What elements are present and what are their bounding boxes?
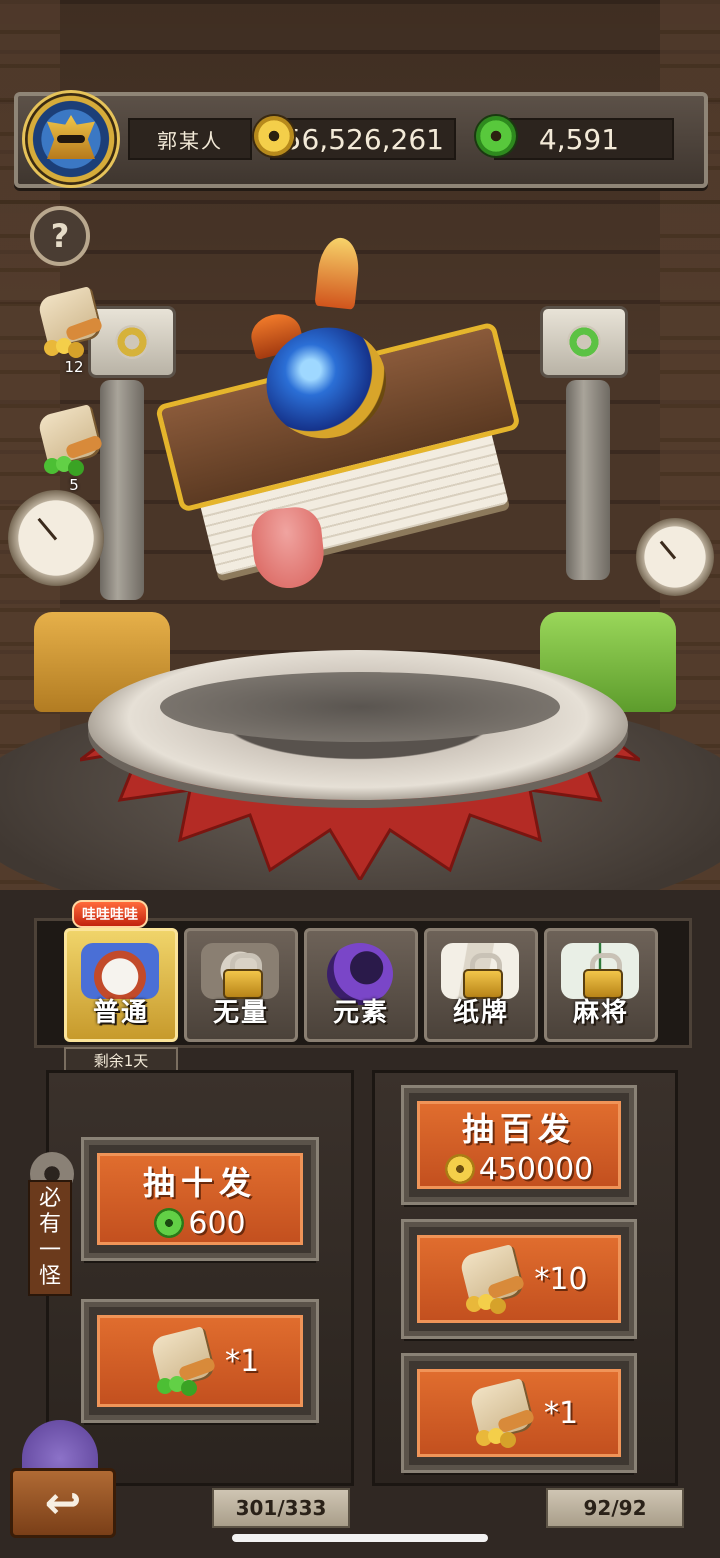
guarantee-tag: 必 有 一 怪 xyxy=(28,1180,72,1296)
green-gem-icon xyxy=(154,1208,185,1238)
lock-icon xyxy=(583,953,623,999)
gold-ticket-one-button[interactable]: *1 xyxy=(404,1356,634,1470)
tag-char: 怪 xyxy=(38,1264,61,1289)
draw-ten-button[interactable]: 抽十发 600 xyxy=(84,1140,316,1258)
gold-coin-icon xyxy=(444,1154,475,1184)
platform-hole xyxy=(160,672,560,742)
collection-counter-right: 92/92 xyxy=(546,1488,684,1528)
back-arrow-icon: ↩ xyxy=(10,1468,116,1538)
ticket-multiplier: *10 xyxy=(534,1261,588,1297)
cost-value: 600 xyxy=(188,1205,246,1241)
green-ticket-icon xyxy=(141,1326,221,1396)
gem-counter[interactable]: 4,591 xyxy=(494,118,674,160)
draw-ten-title: 抽十发 xyxy=(142,1163,257,1202)
tag-char: 一 xyxy=(38,1238,61,1263)
ticket-multiplier: *1 xyxy=(224,1343,260,1379)
tag-char: 必 xyxy=(38,1186,61,1211)
right-cap xyxy=(540,306,628,378)
tag-char: 有 xyxy=(38,1212,61,1237)
green-ticket-draw-button[interactable]: *1 xyxy=(84,1302,316,1420)
gem-amount: 4,591 xyxy=(538,122,620,156)
book-monster[interactable] xyxy=(148,235,553,600)
green-gem-icon xyxy=(476,116,516,156)
mouse-icon xyxy=(81,943,159,999)
tab-label: 麻将 xyxy=(572,998,629,1028)
ticket-row: *1 xyxy=(460,1378,578,1448)
gold-ticket-icon xyxy=(460,1378,540,1448)
gold-ticket-ten-button[interactable]: *10 xyxy=(404,1222,634,1336)
resource-bar: 郭某人 56,526,261 4,591 xyxy=(14,90,708,188)
gold-ticket-count: 12 xyxy=(64,358,84,376)
green-gem-icon xyxy=(567,325,601,359)
crown-mask-icon xyxy=(47,115,95,159)
green-gems-icon xyxy=(44,456,84,476)
tab-wuliang[interactable]: 无量 xyxy=(184,928,298,1042)
lock-icon xyxy=(223,953,263,999)
pressure-gauge-right xyxy=(636,518,714,596)
pressure-gauge-left xyxy=(8,490,104,586)
home-indicator[interactable] xyxy=(232,1534,488,1542)
right-pipe xyxy=(566,380,610,580)
player-avatar[interactable] xyxy=(22,90,120,188)
horn-icon xyxy=(314,235,362,310)
collection-counter-left: 301/333 xyxy=(212,1488,350,1528)
player-name: 郭某人 xyxy=(128,118,252,160)
gold-counter[interactable]: 56,526,261 xyxy=(270,118,456,160)
green-ticket-count: 5 xyxy=(69,476,79,494)
gold-ticket-icon xyxy=(450,1244,530,1314)
green-ticket-stack[interactable]: 5 xyxy=(36,404,108,494)
tab-element[interactable]: 元素 xyxy=(304,928,418,1042)
ticket-row: *10 xyxy=(450,1244,588,1314)
draw-ten-cost: 600 xyxy=(154,1205,246,1241)
ticket-row: *1 xyxy=(141,1326,259,1396)
gold-coin-icon xyxy=(115,325,149,359)
gold-amount: 56,526,261 xyxy=(283,122,444,156)
draw-hundred-button[interactable]: 抽百发 450000 xyxy=(404,1088,634,1202)
tab-normal[interactable]: 普通 xyxy=(64,928,178,1042)
back-button[interactable]: ↩ xyxy=(10,1420,116,1540)
tab-cards[interactable]: 纸牌 xyxy=(424,928,538,1042)
hot-badge: 哇哇哇哇 xyxy=(72,900,148,928)
help-button[interactable]: ? xyxy=(30,206,90,266)
tongue xyxy=(249,504,328,592)
gold-ticket-stack[interactable]: 12 xyxy=(36,286,108,376)
tab-label: 纸牌 xyxy=(452,998,509,1028)
tab-label: 无量 xyxy=(212,998,269,1028)
tab-label: 普通 xyxy=(92,998,149,1028)
draw-hundred-cost: 450000 xyxy=(444,1151,594,1187)
ticket-multiplier: *1 xyxy=(543,1395,579,1431)
gold-coins-icon xyxy=(44,338,84,358)
draw-hundred-title: 抽百发 xyxy=(461,1109,576,1148)
tab-label: 元素 xyxy=(332,998,389,1028)
lock-icon xyxy=(463,953,503,999)
cost-value: 450000 xyxy=(478,1151,594,1187)
gold-coin-icon xyxy=(254,116,294,156)
tab-mahjong[interactable]: 麻将 xyxy=(544,928,658,1042)
